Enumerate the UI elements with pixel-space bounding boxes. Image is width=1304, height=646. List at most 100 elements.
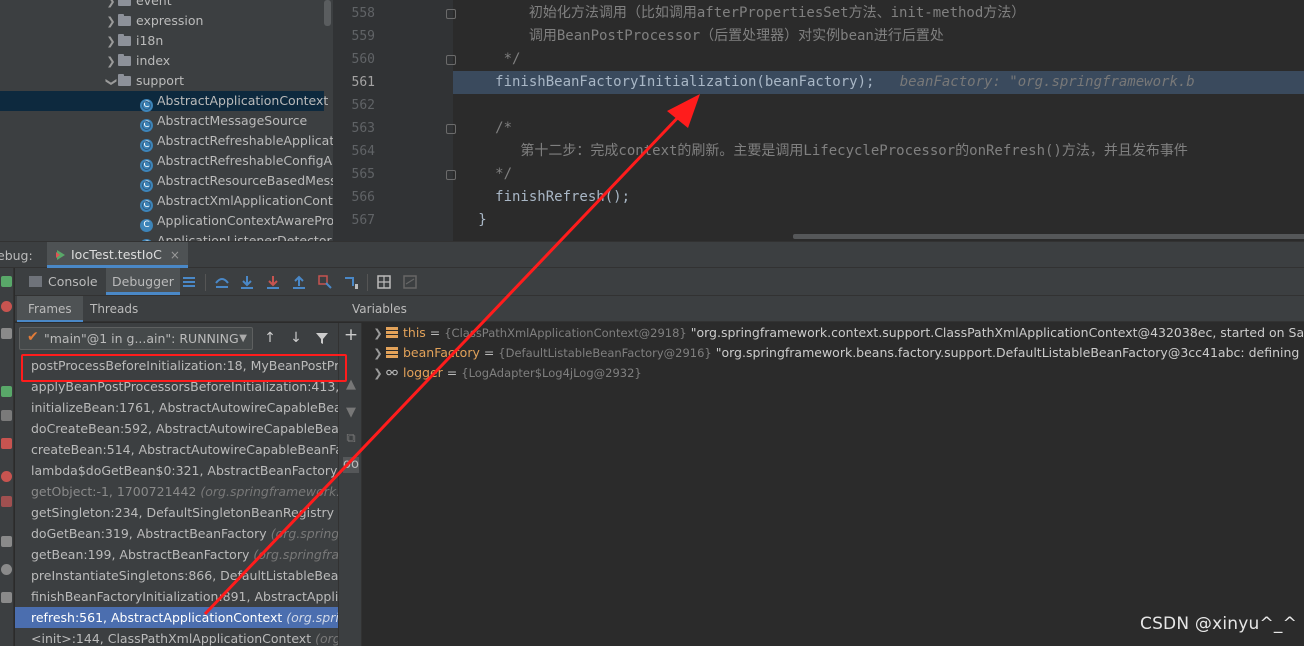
arrow-down-icon[interactable]: ↓ [288, 329, 304, 347]
rerun-icon[interactable] [1, 276, 12, 287]
variable-row[interactable]: ❯ beanFactory = {DefaultListableBeanFacto… [362, 343, 1304, 363]
stop-icon[interactable] [1, 438, 12, 449]
step-out-icon[interactable] [291, 274, 307, 290]
mute-breakpoints-icon[interactable] [1, 496, 12, 507]
tree-item-expression[interactable]: ❯ expression [104, 11, 203, 31]
line-number[interactable]: 567 [333, 209, 375, 232]
tree-item-class[interactable]: C AbstractMessageSource [140, 111, 307, 132]
chevron-right-icon[interactable]: ❯ [370, 344, 386, 364]
tree-item-class[interactable]: CApplicationListenerDetector [140, 231, 332, 241]
stack-frame[interactable]: doCreateBean:592, AbstractAutowireCapabl… [15, 418, 338, 439]
code-line[interactable]: 调用BeanPostProcessor（后置处理器）对实例bean进行后置处 [453, 25, 1304, 48]
camera-icon[interactable] [1, 536, 12, 547]
tab-frames[interactable]: Frames [17, 296, 83, 322]
force-step-into-icon[interactable] [265, 274, 281, 290]
fold-marker-icon[interactable] [446, 9, 456, 19]
menu-icon[interactable] [181, 274, 197, 290]
tree-scrollbar[interactable] [324, 0, 331, 26]
stack-frame[interactable]: getObject:-1, 1700721442 (org.springfram… [15, 481, 338, 502]
tree-item-support[interactable]: ❯ support [104, 71, 184, 91]
code-line[interactable]: finishBeanFactoryInitialization(beanFact… [453, 71, 1304, 94]
stack-frame[interactable]: initializeBean:1761, AbstractAutowireCap… [15, 397, 338, 418]
step-into-icon[interactable] [239, 274, 255, 290]
pause-icon[interactable] [1, 410, 12, 421]
tab-threads[interactable]: Threads [79, 296, 149, 322]
restore-layout-icon[interactable] [1, 328, 12, 339]
variable-row[interactable]: ❯ logger = {LogAdapter$Log4jLog@2932} [362, 363, 1304, 383]
tree-item-event[interactable]: ❯ event [104, 0, 172, 11]
stack-frame[interactable]: preInstantiateSingletons:866, DefaultLis… [15, 565, 338, 586]
fold-marker-icon[interactable] [446, 55, 456, 65]
view-breakpoints-icon[interactable] [1, 471, 12, 482]
close-icon[interactable]: × [170, 248, 180, 262]
line-number[interactable]: 561 [333, 71, 375, 94]
tab-console[interactable]: Console [23, 268, 104, 295]
line-number[interactable]: 566 [333, 186, 375, 209]
tree-item-index[interactable]: ❯ index [104, 51, 170, 71]
code-line[interactable]: */ [453, 48, 1304, 71]
tree-item-class[interactable]: C AbstractRefreshableApplicatio [140, 131, 333, 152]
down-icon[interactable]: ▼ [343, 405, 359, 421]
code-line[interactable]: } [453, 209, 1304, 232]
code-line[interactable]: */ [453, 163, 1304, 186]
glasses-icon[interactable]: oo [343, 457, 359, 473]
field-icon [386, 327, 398, 338]
line-number[interactable]: 558 [333, 2, 375, 25]
line-number[interactable]: 563 [333, 117, 375, 140]
fold-marker-icon[interactable] [446, 124, 456, 134]
tree-item-abstract-application-context[interactable]: C AbstractApplicationContext [0, 91, 328, 112]
stack-frame[interactable]: getSingleton:234, DefaultSingletonBeanRe… [15, 502, 338, 523]
run-to-cursor-icon[interactable] [343, 274, 359, 290]
drop-frame-icon[interactable] [317, 274, 333, 290]
line-number[interactable]: 560 [333, 48, 375, 71]
chevron-right-icon[interactable]: ❯ [104, 32, 118, 52]
code-line[interactable]: finishRefresh(); [453, 186, 1304, 209]
filter-icon[interactable] [314, 329, 330, 347]
gear-icon[interactable] [1, 564, 12, 575]
evaluate-expression-icon[interactable] [376, 274, 392, 290]
stack-frame[interactable]: refresh:561, AbstractApplicationContext … [15, 607, 338, 628]
chevron-right-icon[interactable]: ❯ [104, 52, 118, 72]
editor-horizontal-scrollbar[interactable] [793, 234, 1304, 239]
tree-item-class[interactable]: C ApplicationContextAwareProce [140, 211, 333, 232]
variable-name: beanFactory [403, 345, 480, 360]
line-number[interactable]: 559 [333, 25, 375, 48]
stack-frame[interactable]: createBean:514, AbstractAutowireCapableB… [15, 439, 338, 460]
code-line[interactable] [453, 94, 1304, 117]
line-number[interactable]: 565 [333, 163, 375, 186]
code-line[interactable]: /* [453, 117, 1304, 140]
chevron-right-icon[interactable]: ❯ [370, 324, 386, 344]
tree-item-i18n[interactable]: ❯ i18n [104, 31, 163, 51]
chevron-right-icon[interactable]: ❯ [104, 12, 118, 32]
trace-stream-icon[interactable] [402, 274, 418, 290]
tree-item-class[interactable]: C AbstractXmlApplicationContex [140, 191, 333, 212]
stack-frame[interactable]: doGetBean:319, AbstractBeanFactory (org.… [15, 523, 338, 544]
code-editor[interactable]: 初始化方法调用（比如调用afterPropertiesSet方法、init-me… [333, 0, 1304, 241]
debug-label: ebug: [0, 248, 33, 263]
copy-icon[interactable]: ⧉ [343, 431, 359, 447]
code-line[interactable]: 第十二步：完成context的刷新。主要是调用LifecycleProcesso… [453, 140, 1304, 163]
resume-icon[interactable] [1, 386, 12, 397]
add-icon[interactable]: + [343, 327, 359, 344]
step-over-icon[interactable] [214, 274, 230, 290]
frame-method: getObject:-1, 1700721442 [31, 484, 201, 499]
tree-item-class[interactable]: C AbstractRefreshableConfigApp [140, 151, 333, 172]
pin-icon[interactable] [1, 592, 12, 603]
frame-method: doGetBean:319, AbstractBeanFactory [31, 526, 271, 541]
variable-row[interactable]: ❯ this = {ClassPathXmlApplicationContext@… [362, 323, 1304, 343]
stack-frame[interactable]: lambda$doGetBean$0:321, AbstractBeanFact… [15, 460, 338, 481]
thread-select[interactable]: ✔ "main"@1 in g...ain": RUNNING ▼ [19, 327, 253, 350]
chevron-right-icon[interactable]: ❯ [370, 364, 386, 384]
stack-frame[interactable]: getBean:199, AbstractBeanFactory (org.sp… [15, 544, 338, 565]
stack-frame[interactable]: <init>:144, ClassPathXmlApplicationConte… [15, 628, 338, 646]
debug-session-tab[interactable]: IocTest.testIoC × [47, 242, 188, 268]
code-line[interactable]: 初始化方法调用（比如调用afterPropertiesSet方法、init-me… [453, 2, 1304, 25]
tab-debugger[interactable]: Debugger [106, 268, 180, 295]
line-number[interactable]: 562 [333, 94, 375, 117]
fold-marker-icon[interactable] [446, 170, 456, 180]
stack-frame[interactable]: finishBeanFactoryInitialization:891, Abs… [15, 586, 338, 607]
line-number[interactable]: 564 [333, 140, 375, 163]
tree-item-class[interactable]: C AbstractResourceBasedMessa [140, 171, 333, 192]
settings-icon[interactable] [1, 301, 12, 312]
arrow-up-icon[interactable]: ↑ [262, 329, 278, 347]
